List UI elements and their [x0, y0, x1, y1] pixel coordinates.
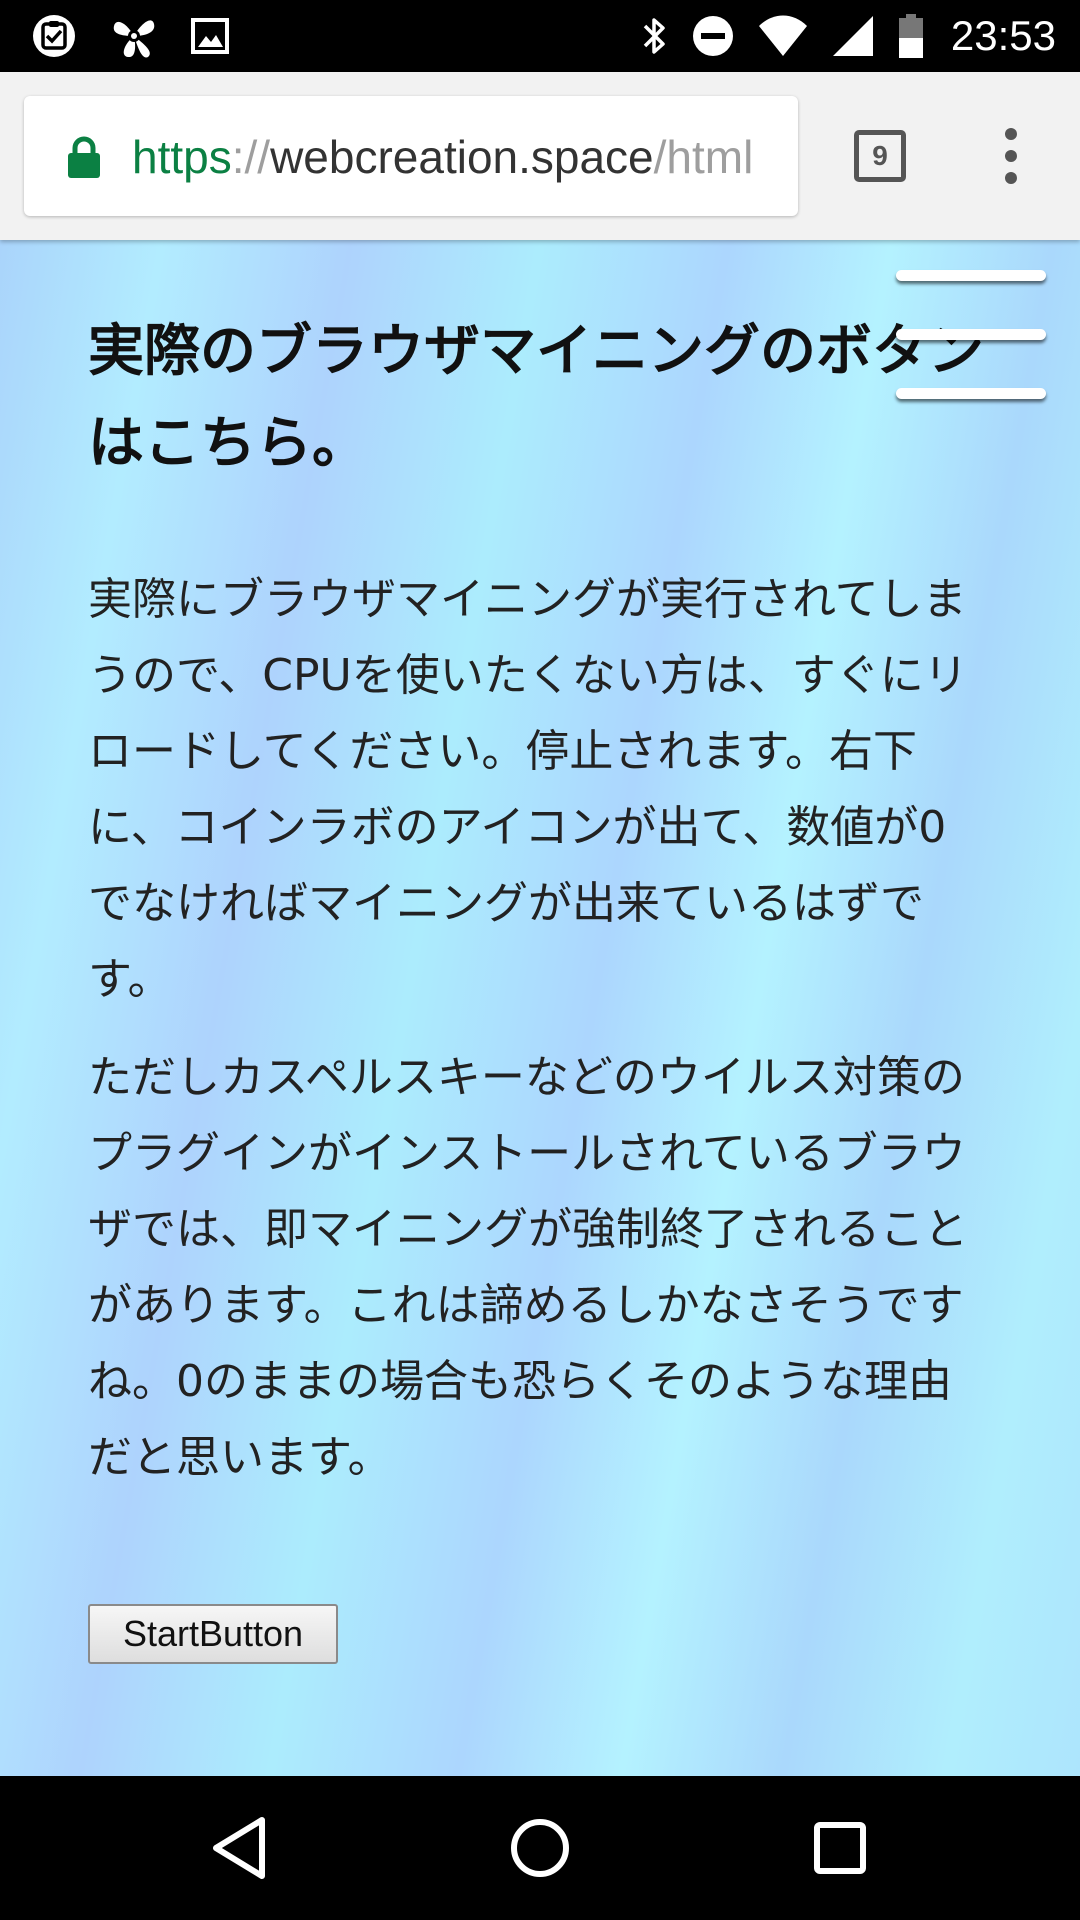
url-scheme: https: [132, 131, 232, 183]
pinwheel-app-icon: [113, 20, 155, 58]
notification-icons: [30, 10, 230, 62]
hamburger-bar: [896, 388, 1046, 399]
phone-screen: 23:53 https://webcreation.space/html 9 実…: [0, 0, 1080, 1920]
page-title: 実際のブラウザマイニングのボタンはこちら。: [88, 319, 984, 476]
hamburger-bar: [896, 329, 1046, 340]
url-separator: ://: [231, 131, 271, 183]
browser-toolbar: https://webcreation.space/html 9: [0, 72, 1080, 240]
paragraph-antivirus-note: ただしカスペルスキーなどのウイルス対策のプラグインがインストールされているブラウ…: [88, 1052, 968, 1483]
url-bar[interactable]: https://webcreation.space/html: [24, 96, 798, 216]
image-icon: [191, 18, 229, 54]
start-button[interactable]: StartButton: [88, 1604, 338, 1664]
home-icon[interactable]: [504, 1812, 576, 1884]
hamburger-bar: [896, 270, 1046, 281]
system-status-icons: 23:53: [641, 10, 1056, 62]
hamburger-menu-icon[interactable]: [896, 268, 1048, 399]
do-not-disturb-icon: [692, 16, 733, 56]
page-content: 実際のブラウザマイニングのボタンはこちら。 実際にブラウザマイニングが実行されて…: [0, 240, 1080, 1776]
battery-icon: [898, 14, 923, 58]
url-text[interactable]: https://webcreation.space/html: [132, 122, 798, 192]
url-host: webcreation.space: [270, 131, 654, 183]
recents-icon[interactable]: [804, 1812, 876, 1884]
tab-switcher-button[interactable]: 9: [854, 130, 906, 182]
more-menu-icon[interactable]: [996, 124, 1026, 188]
wifi-icon: [758, 15, 807, 56]
lock-icon: [68, 136, 100, 178]
status-bar: 23:53: [0, 0, 1080, 72]
tab-count: 9: [872, 140, 888, 171]
url-path: /html: [653, 131, 754, 183]
bluetooth-icon: [643, 18, 665, 54]
back-icon[interactable]: [204, 1812, 276, 1884]
system-nav-bar: [0, 1776, 1080, 1920]
task-check-icon: [33, 15, 75, 57]
paragraph-warning: 実際にブラウザマイニングが実行されてしまうので、CPUを使いたくない方は、すぐに…: [88, 574, 968, 1005]
cell-signal-icon: [832, 16, 873, 56]
clock: 23:53: [950, 12, 1056, 59]
